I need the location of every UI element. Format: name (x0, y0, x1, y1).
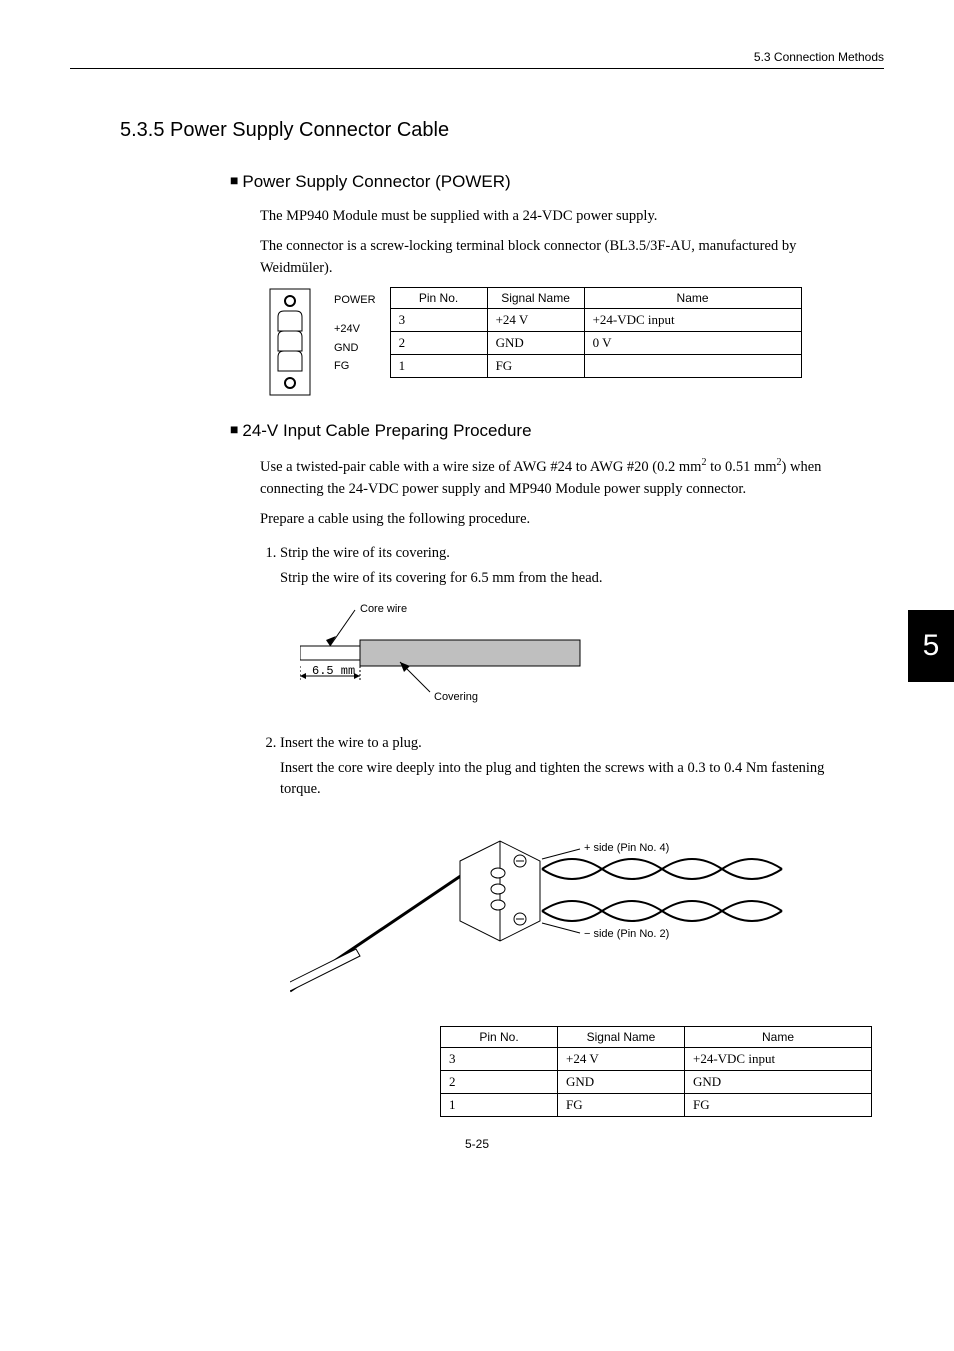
paragraph: The MP940 Module must be supplied with a… (260, 206, 844, 228)
table-cell: 0 V (584, 332, 801, 355)
chapter-tab: 5 (908, 610, 954, 682)
table-cell (584, 355, 801, 378)
connector-label-column: POWER +24V GND FG (334, 291, 376, 376)
table-header: Pin No. (390, 288, 487, 309)
table-row: 1 FG (390, 355, 801, 378)
fig-label-covering: Covering (434, 691, 478, 703)
table-cell: FG (558, 1094, 685, 1117)
subsection-power-connector: Power Supply Connector (POWER) (230, 172, 884, 192)
paragraph: Prepare a cable using the following proc… (260, 509, 844, 531)
table-cell: 1 (390, 355, 487, 378)
breadcrumb: 5.3 Connection Methods (754, 50, 884, 64)
step-title: Strip the wire of its covering. (280, 545, 450, 561)
table-cell: 2 (390, 332, 487, 355)
paragraph-block: The MP940 Module must be supplied with a… (260, 206, 844, 279)
table-header: Pin No. (441, 1027, 558, 1048)
fig-label-plus: + side (Pin No. 4) (584, 842, 669, 854)
table-cell: 2 (441, 1071, 558, 1094)
table-cell: 1 (441, 1094, 558, 1117)
connector-figure-row: POWER +24V GND FG Pin No. Signal Name Na… (260, 287, 884, 397)
table-header: Signal Name (487, 288, 584, 309)
table-cell: +24 V (487, 309, 584, 332)
table-row: 2 GND GND (441, 1071, 872, 1094)
step-body: Insert the core wire deeply into the plu… (280, 758, 844, 802)
table-row: 3 +24 V +24-VDC input (390, 309, 801, 332)
table-cell: GND (487, 332, 584, 355)
table-cell: FG (487, 355, 584, 378)
step-body: Strip the wire of its covering for 6.5 m… (280, 568, 844, 590)
fig-label-minus: − side (Pin No. 2) (584, 928, 669, 940)
table-cell: GND (558, 1071, 685, 1094)
text-fragment: Use a twisted-pair cable with a wire siz… (260, 459, 701, 475)
table-cell: +24-VDC input (584, 309, 801, 332)
table-header: Name (685, 1027, 872, 1048)
wire-strip-figure: Core wire 6.5 mm Covering (300, 600, 844, 715)
plug-figure: + side (Pin No. 4) − side (Pin No. 2) (290, 811, 844, 1006)
list-item: Insert the wire to a plug. Insert the co… (280, 735, 844, 1007)
connector-diagram (260, 287, 320, 397)
pin-table-1: Pin No. Signal Name Name 3 +24 V +24-VDC… (390, 287, 802, 378)
procedure-list: Strip the wire of its covering. Strip th… (260, 545, 844, 1006)
table-header: Name (584, 288, 801, 309)
table-cell: FG (685, 1094, 872, 1117)
subsection-cable-procedure: 24-V Input Cable Preparing Procedure (230, 421, 884, 441)
pin-table-2: Pin No. Signal Name Name 3 +24 V +24-VDC… (440, 1026, 872, 1117)
table-cell: 3 (390, 309, 487, 332)
table-cell: GND (685, 1071, 872, 1094)
table-row: Pin No. Signal Name Name (390, 288, 801, 309)
section-title: 5.3.5 Power Supply Connector Cable (120, 119, 884, 142)
table-row: 1 FG FG (441, 1094, 872, 1117)
connector-pin-label: +24V (334, 320, 376, 339)
table-cell: +24 V (558, 1048, 685, 1071)
list-item: Strip the wire of its covering. Strip th… (280, 545, 844, 715)
step-title: Insert the wire to a plug. (280, 735, 422, 751)
chapter-number: 5 (923, 629, 940, 663)
paragraph-block: Use a twisted-pair cable with a wire siz… (260, 455, 844, 530)
table-row: Pin No. Signal Name Name (441, 1027, 872, 1048)
paragraph: The connector is a screw-locking termina… (260, 236, 844, 280)
page-header: 5.3 Connection Methods (70, 50, 884, 69)
table-row: 3 +24 V +24-VDC input (441, 1048, 872, 1071)
connector-pin-label: GND (334, 339, 376, 358)
fig-dim: 6.5 mm (312, 664, 355, 678)
connector-pin-label: FG (334, 357, 376, 376)
text-fragment: to 0.51 mm (706, 459, 776, 475)
connector-title-label: POWER (334, 291, 376, 310)
table-header: Signal Name (558, 1027, 685, 1048)
table-cell: 3 (441, 1048, 558, 1071)
page-number: 5-25 (70, 1137, 884, 1151)
table-row: 2 GND 0 V (390, 332, 801, 355)
table-cell: +24-VDC input (685, 1048, 872, 1071)
fig-label-core: Core wire (360, 603, 407, 615)
paragraph: Use a twisted-pair cable with a wire siz… (260, 455, 844, 500)
